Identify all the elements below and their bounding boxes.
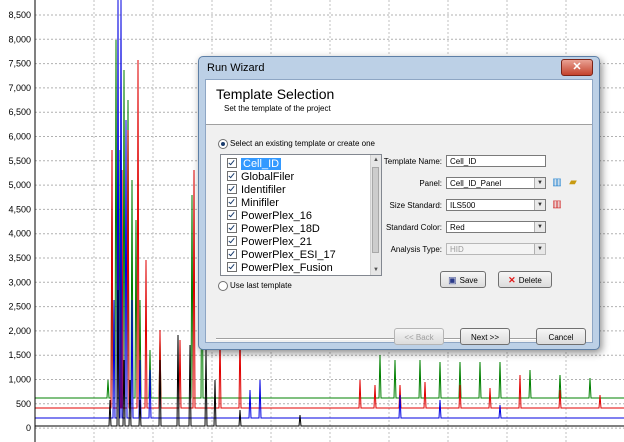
size-standard-label: Size Standard:: [389, 201, 442, 210]
checkbox-icon[interactable]: [227, 249, 237, 259]
y-tick-label: 8,000: [8, 34, 31, 44]
page-title: Template Selection: [216, 86, 335, 102]
close-icon[interactable]: ✕: [561, 59, 593, 76]
delete-button-label: Delete: [518, 276, 542, 285]
size-standard-select[interactable]: ILS500 ▼: [446, 199, 546, 211]
y-tick-label: 4,000: [8, 229, 31, 239]
template-name: Cell_ID: [241, 158, 282, 170]
radio-select-existing[interactable]: [218, 139, 228, 149]
template-list-item[interactable]: GlobalFiler: [227, 170, 294, 184]
panel-select-value: Cell_ID_Panel: [450, 179, 502, 188]
run-wizard-dialog: Run Wizard ✕ Template Selection Set the …: [198, 56, 600, 350]
y-tick-label: 8,500: [8, 10, 31, 20]
y-tick-label: 7,500: [8, 59, 31, 69]
y-tick-label: 500: [16, 399, 31, 409]
analysis-type-label: Analysis Type:: [390, 245, 442, 254]
y-tick-label: 6,000: [8, 132, 31, 142]
size-chart-icon[interactable]: ▥: [550, 198, 564, 211]
y-tick-label: 2,500: [8, 302, 31, 312]
chevron-down-icon: ▼: [534, 244, 545, 254]
back-button: << Back: [394, 328, 444, 345]
checkbox-icon[interactable]: [227, 236, 237, 246]
template-name-label: Template Name:: [383, 157, 442, 166]
checkbox-icon[interactable]: [227, 171, 237, 181]
radio-select-existing-label: Select an existing template or create on…: [230, 139, 375, 148]
analysis-type-value: HID: [450, 245, 464, 254]
y-axis: 8,500 8,000 7,500 7,000 6,500 6,000 5,500 5,000…: [8, 0, 36, 442]
analysis-type-select: HID ▼: [446, 243, 546, 255]
template-name: PowerPlex_Fusion: [241, 262, 333, 274]
bar-chart-icon[interactable]: ▥: [550, 176, 564, 189]
checkbox-icon[interactable]: [227, 223, 237, 233]
checkbox-icon[interactable]: [227, 184, 237, 194]
template-name: PowerPlex_16: [241, 210, 312, 222]
folder-open-icon[interactable]: ▰: [566, 176, 580, 189]
radio-use-last[interactable]: [218, 281, 228, 291]
y-tick-label: 0: [26, 423, 31, 433]
y-tick-label: 2,000: [8, 326, 31, 336]
template-name: Identifiler: [241, 184, 286, 196]
floppy-disk-icon: ▣: [448, 275, 457, 285]
chevron-down-icon[interactable]: ▼: [534, 222, 545, 232]
checkbox-icon[interactable]: [227, 262, 237, 272]
radio-use-last-label: Use last template: [230, 281, 292, 290]
template-list-item[interactable]: Identifiler: [227, 183, 286, 197]
panel-label: Panel:: [419, 179, 442, 188]
y-tick-label: 7,000: [8, 83, 31, 93]
cancel-button[interactable]: Cancel: [536, 328, 586, 345]
template-list-item[interactable]: Minifiler: [227, 196, 279, 210]
checkbox-icon[interactable]: [227, 158, 237, 168]
template-name-input[interactable]: Cell_ID: [446, 155, 546, 167]
y-tick-label: 5,500: [8, 156, 31, 166]
scroll-down-icon[interactable]: ▼: [372, 266, 380, 274]
dialog-client: Template Selection Set the template of t…: [205, 79, 593, 345]
template-list-item[interactable]: PowerPlex_Fusion: [227, 261, 333, 275]
template-list-item[interactable]: PowerPlex_16: [227, 209, 312, 223]
save-button[interactable]: ▣ Save: [440, 271, 486, 288]
template-name: PowerPlex_21: [241, 236, 312, 248]
save-button-label: Save: [459, 276, 478, 285]
y-tick-label: 3,500: [8, 253, 31, 263]
chevron-down-icon[interactable]: ▼: [534, 178, 545, 188]
panel-select[interactable]: Cell_ID_Panel ▼: [446, 177, 546, 189]
dialog-title: Run Wizard: [207, 62, 265, 74]
delete-button[interactable]: ✕ Delete: [498, 271, 552, 288]
dialog-titlebar[interactable]: Run Wizard ✕: [199, 57, 599, 79]
template-list[interactable]: Cell_ID GlobalFiler Identifiler Minifiler Po…: [220, 154, 382, 276]
y-tick-label: 6,500: [8, 107, 31, 117]
standard-color-value: Red: [450, 223, 465, 232]
y-tick-label: 4,500: [8, 204, 31, 214]
wizard-header: Template Selection Set the template of t…: [206, 80, 592, 125]
standard-color-label: Standard Color:: [385, 223, 442, 232]
y-tick-label: 1,500: [8, 350, 31, 360]
page-subtitle: Set the template of the project: [224, 104, 331, 113]
template-list-item[interactable]: PowerPlex_ESI_17: [227, 248, 336, 262]
chevron-down-icon[interactable]: ▼: [534, 200, 545, 210]
standard-color-select[interactable]: Red ▼: [446, 221, 546, 233]
template-name: Minifiler: [241, 197, 279, 209]
size-standard-value: ILS500: [450, 201, 476, 210]
template-list-item[interactable]: PowerPlex_21: [227, 235, 312, 249]
red-x-icon: ✕: [508, 275, 516, 285]
checkbox-icon[interactable]: [227, 210, 237, 220]
next-button[interactable]: Next >>: [460, 328, 510, 345]
template-name: PowerPlex_18D: [241, 223, 320, 235]
template-name: PowerPlex_ESI_17: [241, 249, 336, 261]
template-list-item[interactable]: Cell_ID: [227, 157, 282, 171]
y-tick-label: 1,000: [8, 375, 31, 385]
template-list-scrollbar[interactable]: ▲ ▼: [370, 155, 381, 275]
checkbox-icon[interactable]: [227, 197, 237, 207]
template-name: GlobalFiler: [241, 171, 295, 183]
y-tick-label: 5,000: [8, 180, 31, 190]
template-list-item[interactable]: PowerPlex_18D: [227, 222, 320, 236]
y-tick-label: 3,000: [8, 277, 31, 287]
